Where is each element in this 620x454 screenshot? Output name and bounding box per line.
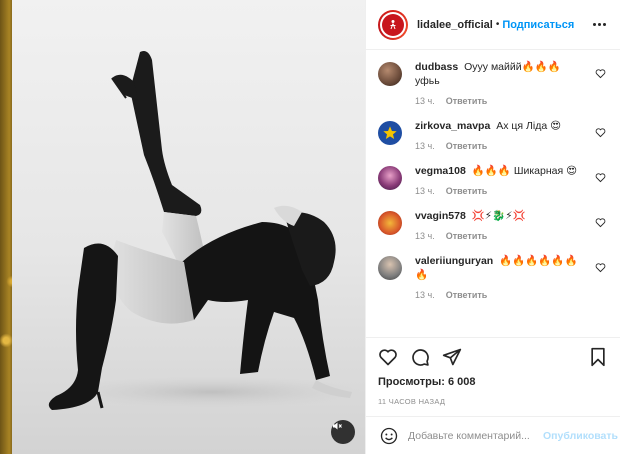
comment-like-icon[interactable]: [595, 68, 606, 79]
comment-username[interactable]: zirkova_mavpa: [415, 120, 490, 132]
publish-button[interactable]: Опубликовать: [543, 430, 618, 442]
more-options-icon: [593, 23, 596, 26]
comment-time: 13 ч.: [415, 186, 435, 196]
commenter-avatar[interactable]: [378, 211, 402, 235]
emoji-button[interactable]: [380, 427, 398, 445]
comment-text: 💢⚡🐉⚡💢: [471, 210, 526, 222]
reply-button[interactable]: Ответить: [446, 290, 488, 300]
avatar-logo: [382, 13, 404, 36]
bookmark-icon: [591, 347, 605, 367]
comment-icon: [412, 349, 429, 366]
like-button[interactable]: [378, 347, 398, 367]
comment-like-icon[interactable]: [595, 172, 606, 183]
comment-username[interactable]: vvagin578: [415, 210, 466, 222]
post-side-panel: lidalee_official • Подписаться dudbass О…: [365, 0, 620, 454]
commenter-avatar[interactable]: [378, 256, 402, 280]
post-modal: lidalee_official • Подписаться dudbass О…: [12, 0, 620, 454]
comment-like-icon[interactable]: [595, 262, 606, 273]
reply-button[interactable]: Ответить: [446, 231, 488, 241]
save-button[interactable]: [588, 347, 608, 367]
commenter-avatar[interactable]: [378, 62, 402, 86]
comment-username[interactable]: vegma108: [415, 165, 466, 177]
comment-button[interactable]: [410, 347, 430, 367]
comment-input[interactable]: [408, 429, 543, 442]
figure-logo-icon: [390, 19, 396, 29]
reply-button[interactable]: Ответить: [446, 186, 488, 196]
action-bar: [378, 338, 608, 376]
share-button[interactable]: [442, 347, 462, 367]
star-icon: [383, 126, 397, 139]
comment-text: Ах ця Ліда 😍: [496, 120, 562, 132]
comment-item: valeriiunguryan 🔥🔥🔥🔥🔥🔥 🔥 13 ч. Ответить: [366, 254, 620, 300]
view-count[interactable]: Просмотры: 6 008: [378, 376, 608, 388]
comment-like-icon[interactable]: [595, 217, 606, 228]
dancer-figure: [48, 51, 362, 410]
post-video[interactable]: [12, 0, 365, 454]
post-header: lidalee_official • Подписаться: [366, 0, 620, 50]
comment-time: 13 ч.: [415, 231, 435, 241]
comment-username[interactable]: dudbass: [415, 61, 458, 73]
more-options-button[interactable]: [589, 19, 610, 30]
comment-composer: Опубликовать: [366, 416, 620, 454]
share-icon: [442, 348, 462, 366]
post-actions-section: Просмотры: 6 008 11 ЧАСОВ НАЗАД: [366, 337, 620, 416]
commenter-avatar[interactable]: [378, 166, 402, 190]
commenter-avatar[interactable]: [378, 121, 402, 145]
comment-username[interactable]: valeriiunguryan: [415, 255, 493, 267]
comment-item: vegma108 🔥🔥🔥 Шикарная 😍 13 ч. Ответить: [366, 164, 620, 196]
reply-button[interactable]: Ответить: [446, 96, 488, 106]
mute-icon: [333, 422, 342, 430]
comment-time: 13 ч.: [415, 96, 435, 106]
post-timestamp[interactable]: 11 ЧАСОВ НАЗАД: [378, 397, 608, 406]
comment-item: zirkova_mavpa Ах ця Ліда 😍 13 ч. Ответить: [366, 119, 620, 151]
heart-icon: [379, 349, 397, 366]
emoji-icon: [380, 427, 398, 444]
author-username[interactable]: lidalee_official: [417, 19, 493, 31]
comment-text: 🔥🔥🔥 Шикарная 😍: [471, 165, 578, 177]
comment-item: vvagin578 💢⚡🐉⚡💢 13 ч. Ответить: [366, 209, 620, 241]
separator-dot: •: [495, 19, 500, 30]
author-avatar[interactable]: [378, 9, 408, 40]
follow-button[interactable]: Подписаться: [502, 19, 574, 31]
comment-like-icon[interactable]: [595, 127, 606, 138]
reply-button[interactable]: Ответить: [446, 141, 488, 151]
comments-list[interactable]: dudbass Оууу маййй🔥🔥🔥 уфьь 13 ч. Ответить…: [366, 50, 620, 337]
comment-time: 13 ч.: [415, 141, 435, 151]
mute-button[interactable]: [331, 420, 355, 444]
comment-time: 13 ч.: [415, 290, 435, 300]
comment-item: dudbass Оууу маййй🔥🔥🔥 уфьь 13 ч. Ответить: [366, 60, 620, 106]
